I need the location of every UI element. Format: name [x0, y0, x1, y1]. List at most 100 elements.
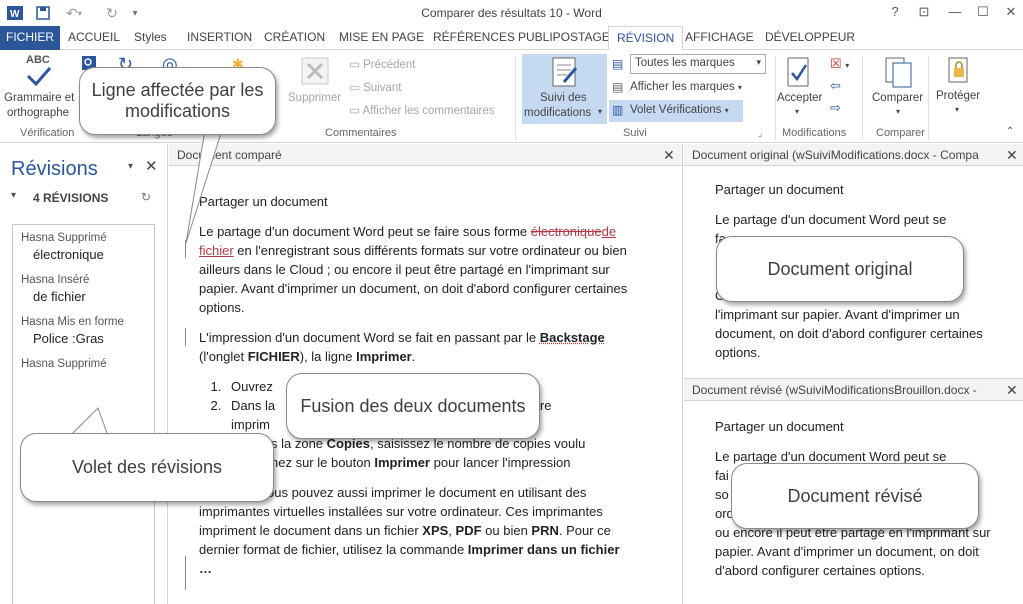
change-bar: [185, 556, 186, 590]
spelling-check-icon: [24, 66, 54, 89]
doc-heading: Partager un document: [715, 419, 844, 434]
protect-icon[interactable]: [946, 56, 972, 89]
tab-publipostage[interactable]: PUBLIPOSTAGE: [518, 26, 610, 50]
markup-select-value: Toutes les marques: [635, 57, 735, 69]
pane-options-chevron-icon[interactable]: ▾: [128, 161, 133, 172]
tab-affichage[interactable]: AFFICHAGE: [685, 26, 754, 50]
chevron-down-icon[interactable]: ▾: [955, 105, 959, 114]
revision-item[interactable]: Hasna Mis en forme Police :Gras: [21, 316, 124, 346]
collapse-ribbon-icon[interactable]: ⌃: [1006, 126, 1014, 137]
ribbon-separator: [862, 56, 863, 140]
proteger-button[interactable]: Protéger: [936, 90, 980, 102]
revision-text: Police :Gras: [33, 331, 104, 346]
doc-paragraph: L'impression d'un document Word se fait …: [199, 330, 605, 364]
suivi-dialog-launcher-icon[interactable]: ⌟: [758, 128, 762, 139]
suivi-button-line2[interactable]: modifications: [524, 107, 591, 119]
callout-fusion: Fusion des deux documents: [286, 373, 540, 439]
reject-icon[interactable]: ☒ ▾: [830, 56, 849, 72]
close-original-pane-icon[interactable]: ✕: [1006, 144, 1018, 166]
show-markup-icon: ▤: [612, 80, 624, 94]
track-changes-icon[interactable]: [550, 56, 580, 93]
show-comments-icon: ▭: [349, 105, 363, 117]
grammar-button-line2[interactable]: orthographe: [7, 107, 69, 119]
tab-accueil[interactable]: ACCUEIL: [68, 26, 120, 50]
revision-item[interactable]: Hasna Supprimé: [21, 358, 107, 370]
maximize-button[interactable]: ☐: [972, 4, 994, 20]
revised-document-header: Document révisé (wSuiviModificationsBrou…: [684, 379, 1023, 401]
compared-document-header: Document comparé: [169, 144, 682, 166]
revisions-list: Hasna Supprimé électronique Hasna Inséré…: [12, 224, 155, 604]
accept-icon[interactable]: [785, 56, 813, 93]
revisions-pane: Révisions ▾ ✕ ▾ 4 RÉVISIONS ↻ Hasna Supp…: [0, 144, 168, 604]
doc-paragraph: Le partage d'un document Word peut se: [715, 212, 947, 227]
list-item: nez sur le bouton Imprimer pour lancer l…: [271, 455, 571, 470]
close-revised-pane-icon[interactable]: ✕: [1006, 379, 1018, 401]
revision-author: Hasna Inséré: [21, 274, 90, 286]
group-modifications-label: Modifications: [782, 127, 847, 139]
reviewing-pane-icon: ▥: [612, 103, 624, 117]
tab-fichier[interactable]: FICHIER: [0, 26, 60, 50]
chevron-down-icon: ▾: [756, 57, 761, 67]
revision-author: Hasna Supprimé: [21, 358, 107, 370]
grammar-button-line1[interactable]: Grammaire et: [4, 92, 74, 104]
pane-close-icon[interactable]: ✕: [145, 157, 158, 175]
revision-item[interactable]: Hasna Supprimé électronique: [21, 232, 107, 262]
supprimer-button[interactable]: Supprimer: [288, 92, 341, 104]
volet-verifications-button[interactable]: Volet Vérifications ▾: [630, 104, 729, 116]
refresh-icon[interactable]: ↻: [141, 190, 151, 204]
afficher-marques-button[interactable]: Afficher les marques ▾: [630, 81, 742, 93]
previous-change-icon[interactable]: ⇦: [830, 78, 841, 94]
group-comparer-label: Comparer: [876, 127, 925, 139]
ribbon-separator: [928, 56, 929, 140]
revision-author: Hasna Supprimé: [21, 232, 107, 244]
chevron-down-icon[interactable]: ▾: [896, 107, 900, 116]
revision-item[interactable]: Hasna Inséré de fichier: [21, 274, 89, 304]
tab-creation[interactable]: CRÉATION: [264, 26, 325, 50]
comparer-button[interactable]: Comparer: [872, 92, 923, 104]
close-button[interactable]: ✕: [1000, 4, 1022, 20]
next-change-icon[interactable]: ⇨: [830, 100, 841, 116]
original-document-header: Document original (wSuiviModifications.d…: [684, 144, 1023, 166]
close-compared-pane-icon[interactable]: ✕: [663, 144, 675, 166]
tab-references[interactable]: RÉFÉRENCES: [433, 26, 515, 50]
next-comment-icon: ▭: [349, 82, 364, 94]
ribbon-display-button[interactable]: ⊡: [913, 4, 935, 20]
help-button[interactable]: ?: [884, 4, 906, 19]
chevron-down-icon: ▾: [737, 83, 742, 92]
doc-heading: Partager un document: [715, 182, 844, 197]
ribbon-separator: [775, 56, 776, 140]
markup-select[interactable]: Toutes les marques ▾: [630, 54, 766, 74]
tab-revision[interactable]: RÉVISION: [608, 26, 684, 51]
revision-text: électronique: [33, 247, 104, 262]
markup-icon: ▤: [612, 57, 624, 71]
revision-text: de fichier: [33, 289, 86, 304]
suivant-button[interactable]: ▭ Suivant: [349, 80, 401, 94]
callout-volet-revisions: Volet des révisions: [20, 433, 274, 502]
doc-heading: Partager un document: [199, 194, 328, 209]
afficher-commentaires-label: Afficher les commentaires: [362, 105, 495, 117]
delete-comment-icon: [300, 56, 330, 89]
group-commentaires-label: Commentaires: [325, 127, 397, 139]
collapse-revisions-chevron-icon[interactable]: ▾: [11, 190, 16, 201]
tab-developpeur[interactable]: DÉVELOPPEUR: [765, 26, 855, 50]
accepter-button[interactable]: Accepter: [777, 92, 822, 104]
tab-insertion[interactable]: INSERTION: [187, 26, 252, 50]
compare-icon[interactable]: [884, 56, 914, 93]
afficher-commentaires-button[interactable]: ▭ Afficher les commentaires: [349, 103, 495, 117]
doc-paragraph: l'imprimant sur papier. Avant d'imprimer…: [715, 307, 983, 360]
suivi-button-line1[interactable]: Suivi des: [540, 92, 587, 104]
minimize-button[interactable]: —: [944, 4, 966, 19]
chevron-down-icon[interactable]: ▾: [795, 107, 799, 116]
suivi-dropdown-icon[interactable]: ▾: [598, 107, 602, 116]
tab-mise-en-page[interactable]: MISE EN PAGE: [339, 26, 424, 50]
callout-document-original: Document original: [716, 236, 964, 302]
ribbon-separator: [515, 56, 516, 140]
suivant-label: Suivant: [363, 82, 402, 94]
group-verification-label: Vérification: [20, 127, 75, 139]
window-title: Comparer des résultats 10 - Word: [421, 6, 602, 20]
precedent-label: Précédent: [363, 59, 416, 71]
revisions-count: 4 RÉVISIONS: [33, 191, 109, 205]
precedent-button[interactable]: ▭ Précédent: [349, 57, 416, 71]
tab-styles[interactable]: Styles: [134, 26, 167, 50]
afficher-marques-label: Afficher les marques: [630, 81, 735, 93]
